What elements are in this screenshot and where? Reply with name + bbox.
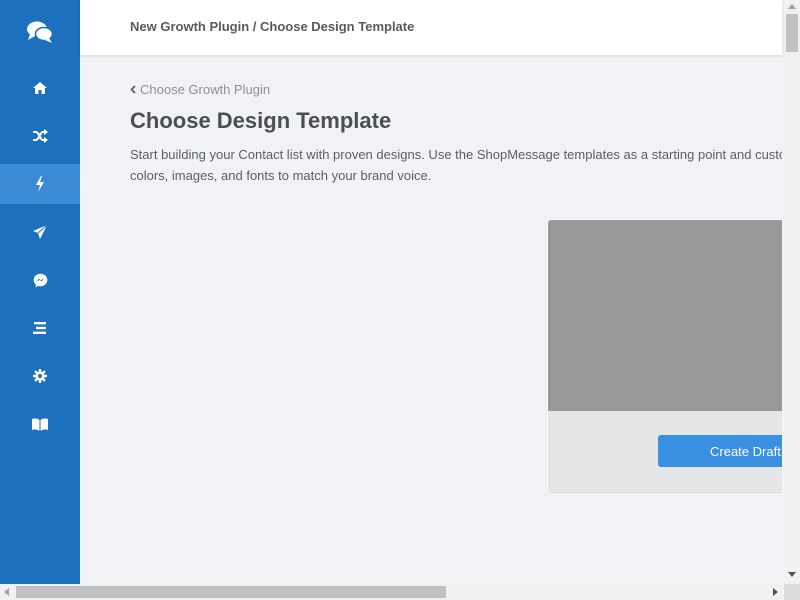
scroll-down-arrow[interactable] <box>788 572 796 577</box>
horizontal-scrollbar[interactable] <box>0 584 784 600</box>
sidebar-item-docs[interactable] <box>0 404 80 444</box>
sidebar-item-settings[interactable] <box>0 356 80 396</box>
list-icon <box>33 322 46 334</box>
scroll-right-arrow[interactable] <box>773 588 778 596</box>
page-title: Choose Design Template <box>130 108 392 133</box>
paper-plane-icon <box>33 224 48 239</box>
lightning-icon <box>36 176 44 192</box>
breadcrumb: New Growth Plugin / Choose Design Templa… <box>130 19 415 34</box>
sidebar-item-flows[interactable] <box>0 116 80 156</box>
main-content: Choose Growth Plugin Choose Design Templ… <box>80 56 782 584</box>
app-window: New Growth Plugin / Choose Design Templa… <box>0 0 800 600</box>
template-preview[interactable] <box>548 220 782 411</box>
vertical-scrollbar[interactable] <box>784 0 800 584</box>
gear-icon <box>33 369 47 383</box>
sidebar <box>0 0 80 584</box>
scroll-left-arrow[interactable] <box>4 588 9 596</box>
vertical-scroll-thumb[interactable] <box>786 14 798 52</box>
chat-bubbles-icon <box>27 21 54 43</box>
book-icon <box>32 417 48 431</box>
sidebar-item-campaigns[interactable] <box>0 212 80 252</box>
page-description: Start building your Contact list with pr… <box>130 147 782 183</box>
back-link[interactable]: Choose Growth Plugin <box>130 82 270 97</box>
sidebar-item-growth[interactable] <box>0 164 80 204</box>
sidebar-item-messenger[interactable] <box>0 260 80 300</box>
messenger-icon <box>33 273 47 287</box>
scrollbar-corner <box>784 584 800 600</box>
shuffle-icon <box>33 129 48 143</box>
home-icon <box>33 82 47 94</box>
sidebar-item-lists[interactable] <box>0 308 80 348</box>
template-card[interactable]: Create Draft <box>547 219 782 495</box>
chevron-left-icon <box>130 85 136 94</box>
sidebar-item-home[interactable] <box>0 68 80 108</box>
logo[interactable] <box>0 12 80 52</box>
create-draft-button[interactable]: Create Draft <box>658 435 782 467</box>
top-header: New Growth Plugin / Choose Design Templa… <box>80 0 782 55</box>
scroll-up-arrow[interactable] <box>788 4 796 9</box>
back-link-label: Choose Growth Plugin <box>140 82 271 97</box>
horizontal-scroll-thumb[interactable] <box>16 586 446 598</box>
